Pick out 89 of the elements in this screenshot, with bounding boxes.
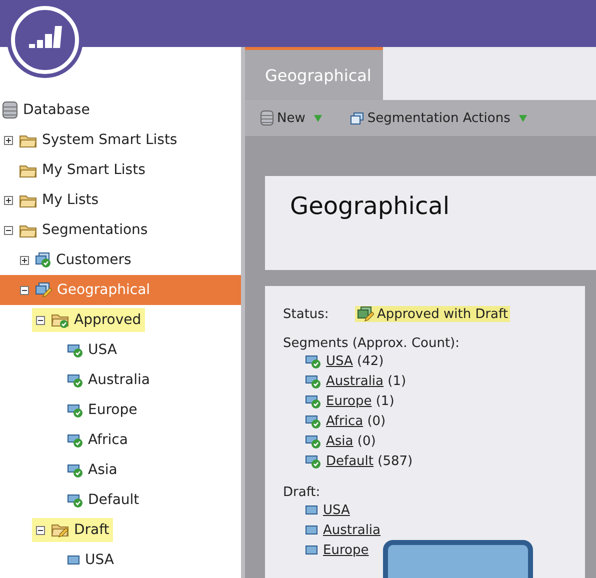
tree-item[interactable]: USA <box>0 335 241 365</box>
collapse-icon[interactable] <box>4 226 13 234</box>
draft-heading: Draft: <box>283 485 322 500</box>
tree-item[interactable]: Segmentations <box>0 215 241 245</box>
segment-icon <box>67 555 80 565</box>
toolbar-button[interactable]: New <box>260 110 322 126</box>
tree-item[interactable]: USA <box>0 545 241 575</box>
folder-check-icon <box>51 312 69 328</box>
tree-item-label: USA <box>85 552 114 568</box>
segment-icon <box>305 505 318 515</box>
draft-link[interactable]: USA <box>323 502 350 518</box>
folder-icon <box>19 192 37 208</box>
tree-item-label: Asia <box>88 462 118 478</box>
folder-pencil-icon <box>51 522 69 538</box>
segment-check-icon <box>305 453 321 469</box>
expand-icon[interactable] <box>4 136 13 144</box>
status-label: Status: <box>283 306 330 322</box>
page-title: Geographical <box>290 192 451 220</box>
segmentation-check-icon <box>35 252 51 268</box>
segment-check-icon <box>305 353 321 369</box>
segment-check-icon <box>67 372 83 388</box>
tree-item[interactable]: Approved <box>0 305 241 335</box>
segment-icon <box>305 545 318 555</box>
segment-check-icon <box>67 342 83 358</box>
segment-link[interactable]: Africa <box>326 414 364 428</box>
tree-item-label: Geographical <box>57 282 150 298</box>
tree-item-label: Customers <box>56 252 132 268</box>
segment-icon <box>305 525 318 535</box>
draft-link[interactable]: Australia <box>323 522 381 538</box>
tree-item-label: Europe <box>88 402 138 418</box>
segment-count: (587) <box>378 454 413 468</box>
segment-count: (1) <box>388 374 406 388</box>
collapse-icon[interactable] <box>20 286 29 294</box>
collapse-icon[interactable] <box>36 316 45 324</box>
tree-item-label: Database <box>23 102 90 118</box>
tree-item-label: Africa <box>88 432 128 448</box>
windows-icon <box>350 112 364 124</box>
segment-check-icon <box>305 393 321 409</box>
tree-item[interactable]: Europe <box>0 395 241 425</box>
tree-item[interactable]: Default <box>0 485 241 515</box>
segment-check-icon <box>67 432 83 448</box>
expand-icon[interactable] <box>4 196 13 204</box>
tree-item-label: My Smart Lists <box>42 162 146 178</box>
tree-item[interactable]: System Smart Lists <box>0 125 241 155</box>
expand-icon[interactable] <box>20 256 29 264</box>
segment-check-icon <box>305 433 321 449</box>
collapse-icon[interactable] <box>36 526 45 534</box>
segment-count: (0) <box>367 414 386 428</box>
segmentation-pencil-icon <box>357 306 374 322</box>
folder-icon <box>19 222 37 238</box>
toolbar-button[interactable]: Segmentation Actions <box>350 110 528 126</box>
segment-count: (42) <box>357 354 384 368</box>
draft-link[interactable]: Europe <box>323 542 369 558</box>
tree-item[interactable]: Africa <box>0 425 241 455</box>
segment-link[interactable]: Asia <box>326 434 354 448</box>
segment-check-icon <box>305 413 321 429</box>
segment-check-icon <box>67 462 83 478</box>
status-value: Approved with Draft <box>355 306 510 322</box>
database-icon <box>260 110 274 126</box>
tree-item-label: Australia <box>88 372 150 388</box>
segment-count: (0) <box>357 434 376 448</box>
segment-link[interactable]: Europe <box>326 394 372 408</box>
tree-item[interactable]: Database <box>0 95 241 125</box>
folder-icon <box>19 132 37 148</box>
tree-item-label: USA <box>88 342 117 358</box>
segment-link[interactable]: Default <box>326 454 374 468</box>
tree-item[interactable]: Asia <box>0 455 241 485</box>
segment-count: (1) <box>376 394 394 408</box>
segment-link[interactable]: Australia <box>326 374 384 388</box>
tree-item[interactable]: My Smart Lists <box>0 155 241 185</box>
segmentation-pencil-icon <box>35 282 52 298</box>
tree-item[interactable]: Australia <box>0 365 241 395</box>
tree-item[interactable]: My Lists <box>0 185 241 215</box>
tree-item[interactable]: Customers <box>0 245 241 275</box>
segment-link[interactable]: USA <box>326 354 353 368</box>
tree-item-label: Default <box>88 492 140 508</box>
tree-item-label: Draft <box>74 522 110 538</box>
segment-check-icon <box>305 373 321 389</box>
caret-icon <box>519 114 528 122</box>
tree-item-label: My Lists <box>42 192 99 208</box>
segment-check-icon <box>67 492 83 508</box>
tree-item-label: Segmentations <box>42 222 148 238</box>
folder-icon <box>19 162 37 178</box>
tree-item-label: System Smart Lists <box>42 132 178 148</box>
tree-item[interactable]: Draft <box>0 515 241 545</box>
caret-icon <box>314 114 322 122</box>
tree-item-label: Approved <box>74 312 142 328</box>
segments-heading: Segments (Approx. Count): <box>283 336 461 351</box>
segment-check-icon <box>67 402 83 418</box>
